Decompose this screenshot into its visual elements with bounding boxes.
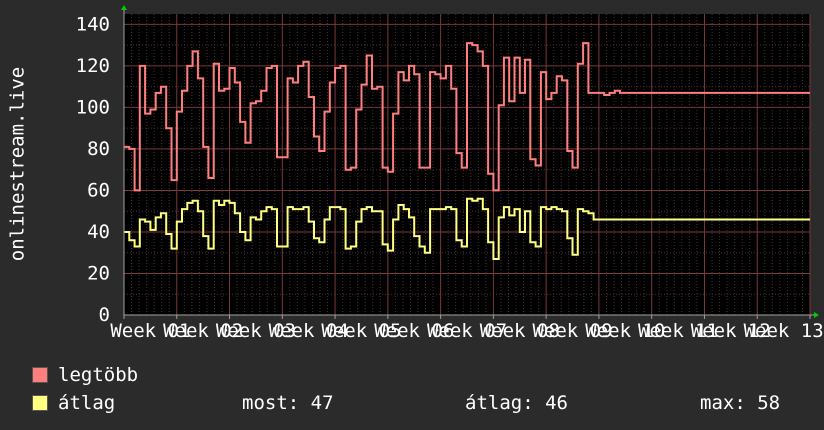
y-tick-label: 20 (87, 262, 110, 284)
stat-max: max: 58 (700, 392, 781, 414)
legend-swatch-avg (32, 395, 48, 411)
x-axis-arrow (814, 312, 819, 318)
legend: legtöbb átlag most: 47 átlag: 46 max: 58 (30, 362, 810, 418)
y-tick-label: 80 (87, 138, 110, 160)
stat-avg: átlag: 46 (465, 392, 568, 414)
legend-swatch-max (32, 367, 48, 383)
chart: 020406080100120140Week 01Week 02Week 03W… (7, 5, 824, 340)
y-tick-label: 40 (87, 221, 110, 243)
legend-label-max: legtöbb (58, 364, 139, 386)
y-tick-label: 60 (87, 179, 110, 201)
legend-item-max: legtöbb (30, 362, 810, 390)
y-axis-title: onlinestream.live (7, 67, 29, 261)
y-tick-label: 0 (99, 304, 110, 326)
legend-item-avg: átlag most: 47 átlag: 46 max: 58 (30, 390, 810, 418)
y-tick-label: 140 (76, 13, 110, 35)
x-tick-label: Week 13 (744, 320, 824, 340)
legend-label-avg: átlag (58, 392, 116, 414)
stat-now: most: 47 (242, 392, 334, 414)
y-axis-arrow (121, 5, 127, 10)
y-tick-label: 120 (76, 55, 110, 77)
y-tick-label: 100 (76, 96, 110, 118)
